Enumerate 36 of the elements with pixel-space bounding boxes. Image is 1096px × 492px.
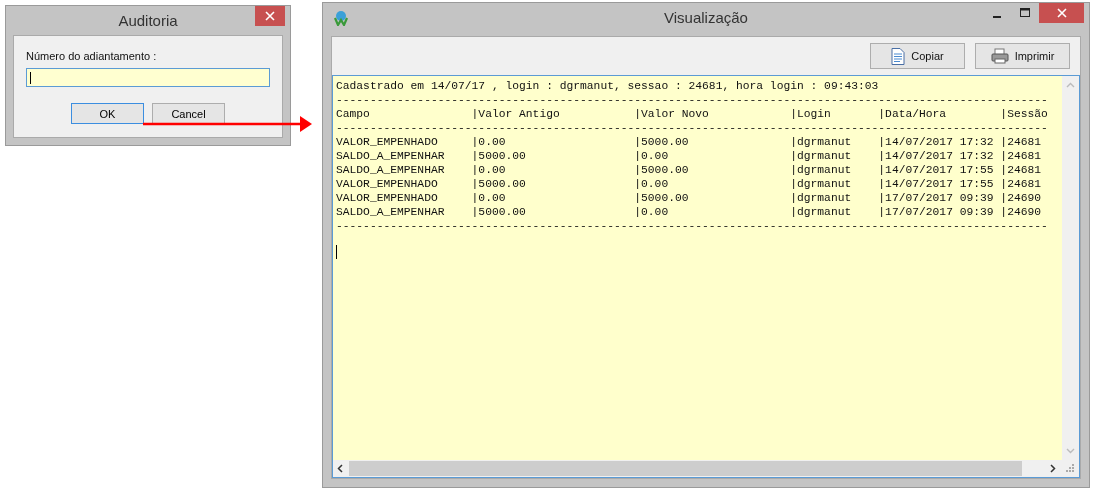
close-button[interactable] — [255, 6, 285, 26]
printer-icon — [990, 48, 1009, 64]
minimize-icon — [993, 15, 1001, 18]
report-line: Campo |Valor Antigo |Valor Novo |Login |Data/Hora |Sessão — [336, 107, 1049, 121]
report-line: --------------------------------------------------------------------------------------------------------- — [336, 219, 1049, 233]
report-line: SALDO_A_EMPENHAR |5000.00 |0.00 |dgrmanut |17/07/2017 09:39 |24690 — [336, 205, 1043, 219]
cancel-button[interactable]: Cancel — [152, 103, 225, 124]
copy-button[interactable]: Copiar — [870, 43, 965, 69]
report-line: SALDO_A_EMPENHAR |0.00 |5000.00 |dgrmanut |14/07/2017 17:55 |24681 — [336, 163, 1043, 177]
report-line: VALOR_EMPENHADO |0.00 |5000.00 |dgrmanut |14/07/2017 17:32 |24681 — [336, 135, 1043, 149]
report-line: SALDO_A_EMPENHAR |5000.00 |0.00 |dgrmanut |14/07/2017 17:32 |24681 — [336, 149, 1043, 163]
maximize-icon — [1020, 8, 1030, 18]
window-title: Visualização — [664, 9, 748, 26]
text-cursor — [30, 71, 31, 84]
window-title: Auditoria — [118, 12, 178, 29]
report-line: --------------------------------------------------------------------------------------------------------- — [336, 93, 1049, 107]
report-text-area[interactable] — [332, 75, 1080, 478]
chevron-up-icon — [1066, 82, 1075, 88]
report-line: VALOR_EMPENHADO |0.00 |5000.00 |dgrmanut |17/07/2017 09:39 |24690 — [336, 191, 1043, 205]
app-logo-icon — [333, 10, 349, 26]
chevron-left-icon — [337, 464, 343, 473]
report-line: VALOR_EMPENHADO |5000.00 |0.00 |dgrmanut |14/07/2017 17:55 |24681 — [336, 177, 1043, 191]
chevron-right-icon — [1050, 464, 1056, 473]
chevron-down-icon — [1066, 448, 1075, 454]
report-line: Cadastrado em 14/07/17 , login : dgrmanut, sessao : 24681, hora login : 09:43:03 — [336, 79, 880, 93]
resize-grip-icon[interactable] — [1066, 464, 1075, 473]
text-cursor — [336, 245, 337, 259]
close-icon — [1056, 8, 1067, 18]
report-line: --------------------------------------------------------------------------------------------------------- — [336, 121, 1049, 135]
ok-button[interactable]: OK — [71, 103, 144, 124]
document-icon — [891, 47, 906, 65]
input-field[interactable] — [26, 68, 270, 87]
close-icon — [265, 11, 275, 21]
scrollbar-thumb[interactable] — [349, 461, 1022, 476]
field-label: Número do adiantamento : — [26, 50, 158, 62]
print-button[interactable]: Imprimir — [975, 43, 1070, 69]
